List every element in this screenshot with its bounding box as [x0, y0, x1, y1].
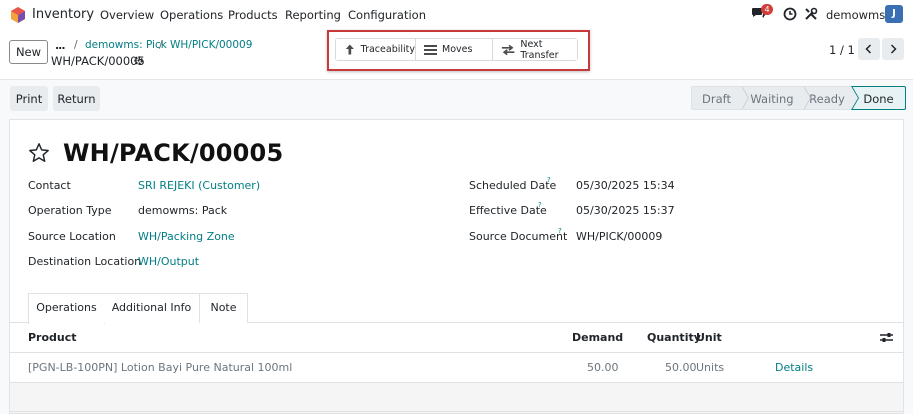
operation-type-value[interactable]: demowms: Pack — [138, 204, 227, 217]
gear-icon[interactable] — [133, 55, 144, 66]
breadcrumb-pick-record[interactable]: WH/PICK/00009 — [170, 39, 252, 51]
moves-label: Moves — [442, 44, 473, 55]
row-unit[interactable]: Units — [696, 361, 724, 374]
next-transfer-button[interactable]: Next Transfer — [493, 38, 577, 61]
status-waiting[interactable]: Waiting — [741, 86, 811, 110]
source-location-label: Source Location — [28, 230, 116, 243]
menu-products[interactable]: Products — [228, 8, 278, 22]
menu-overview[interactable]: Overview — [100, 8, 154, 22]
pager-value[interactable]: 1 / 1 — [829, 43, 855, 57]
status-draft[interactable]: Draft — [691, 86, 749, 110]
top-navbar: Inventory Overview Operations Products R… — [0, 0, 913, 30]
scheduled-date-label: Scheduled Date — [469, 179, 557, 192]
action-bar: Print Return Draft Waiting Ready Done — [0, 80, 913, 118]
tab-note[interactable]: Note — [199, 293, 248, 323]
arrow-up-icon — [345, 44, 354, 55]
row-quantity[interactable]: 50.00 — [665, 361, 697, 374]
column-demand[interactable]: Demand — [572, 331, 623, 344]
tab-operations[interactable]: Operations — [28, 293, 105, 324]
source-document-label: Source Document — [469, 230, 568, 243]
inventory-app-icon[interactable] — [10, 7, 26, 23]
tab-additional-info[interactable]: Additional Info — [104, 293, 200, 323]
column-settings-icon[interactable] — [880, 331, 893, 344]
breadcrumb-current: WH/PACK/00005 — [51, 54, 145, 68]
row-details-link[interactable]: Details — [775, 361, 813, 374]
destination-location-value[interactable]: WH/Output — [138, 255, 199, 268]
record-title: WH/PACK/00005 — [63, 139, 284, 167]
traceability-button[interactable]: Traceability — [336, 39, 416, 60]
menu-reporting[interactable]: Reporting — [285, 8, 341, 22]
print-button[interactable]: Print — [10, 86, 48, 111]
scheduled-date-value[interactable]: 05/30/2025 15:34 — [576, 179, 675, 192]
smart-buttons: Traceability Moves Next Transfer — [335, 38, 578, 61]
contact-value[interactable]: SRI REJEKI (Customer) — [138, 179, 260, 192]
breadcrumb-more[interactable]: ... — [55, 39, 66, 52]
moves-button[interactable]: Moves — [416, 39, 494, 60]
status-draft-label: Draft — [702, 92, 731, 106]
row-product[interactable]: [PGN-LB-100PN] Lotion Bayi Pure Natural … — [28, 361, 292, 374]
add-line-row[interactable] — [10, 383, 903, 413]
effective-date-label: Effective Date — [469, 204, 547, 217]
new-button[interactable]: New — [9, 40, 48, 64]
source-location-value[interactable]: WH/Packing Zone — [138, 230, 235, 243]
traceability-label: Traceability — [360, 44, 415, 55]
pager-previous-button[interactable] — [858, 38, 880, 60]
return-button[interactable]: Return — [53, 86, 100, 111]
chat-badge: 4 — [761, 4, 773, 15]
column-quantity[interactable]: Quantity — [647, 331, 701, 344]
help-tooltip-icon[interactable]: ? — [547, 176, 551, 184]
status-done-label: Done — [863, 92, 894, 106]
app-name[interactable]: Inventory — [32, 7, 94, 22]
status-done[interactable]: Done — [851, 86, 906, 110]
list-icon — [424, 44, 437, 55]
pager-next-button[interactable] — [882, 38, 904, 60]
effective-date-value[interactable]: 05/30/2025 15:37 — [576, 204, 675, 217]
breadcrumb-separator: / — [159, 39, 163, 51]
username[interactable]: demowms — [826, 8, 885, 22]
chevron-left-icon — [865, 44, 872, 54]
row-demand[interactable]: 50.00 — [587, 361, 619, 374]
column-unit[interactable]: Unit — [696, 331, 722, 344]
destination-location-label: Destination Location — [28, 255, 142, 268]
source-document-value[interactable]: WH/PICK/00009 — [576, 230, 662, 243]
column-product[interactable]: Product — [28, 331, 77, 344]
table-header-divider — [10, 352, 903, 353]
help-tooltip-icon[interactable]: ? — [558, 227, 562, 235]
status-bar: Draft Waiting Ready Done — [691, 86, 906, 110]
clock-icon[interactable] — [783, 7, 797, 21]
status-waiting-label: Waiting — [750, 92, 794, 106]
breadcrumb-separator: / — [74, 39, 78, 51]
menu-operations[interactable]: Operations — [160, 8, 223, 22]
status-ready-label: Ready — [809, 92, 845, 106]
next-transfer-label: Next Transfer — [520, 38, 559, 61]
tools-icon[interactable] — [804, 7, 818, 21]
avatar[interactable]: J — [885, 5, 903, 23]
help-tooltip-icon[interactable]: ? — [538, 201, 542, 209]
row-divider — [10, 411, 903, 412]
menu-configuration[interactable]: Configuration — [348, 8, 426, 22]
exchange-icon — [501, 44, 515, 55]
contact-label: Contact — [28, 179, 71, 192]
breadcrumb-pick[interactable]: demowms: Pick — [85, 39, 167, 51]
star-icon[interactable] — [28, 142, 50, 164]
operation-type-label: Operation Type — [28, 204, 112, 217]
chevron-right-icon — [890, 44, 897, 54]
